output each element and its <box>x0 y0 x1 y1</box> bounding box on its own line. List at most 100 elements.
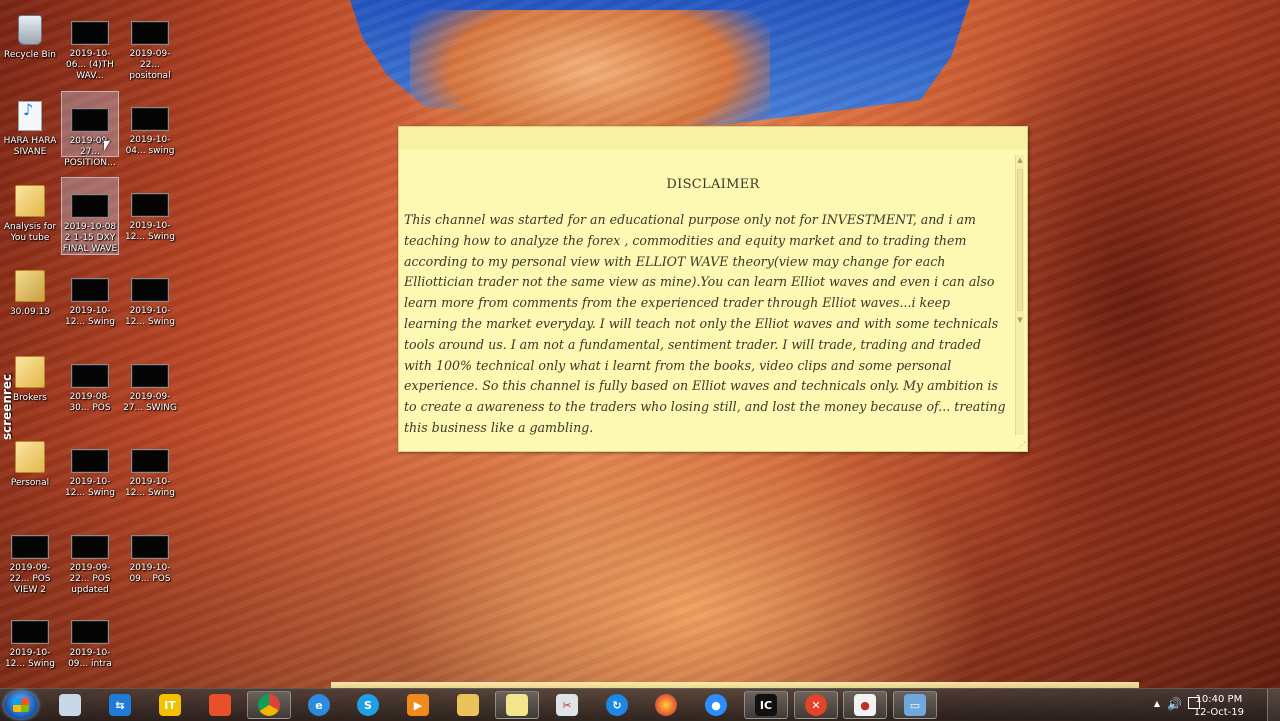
video-thumbnail-icon <box>131 535 169 559</box>
skype-app-button[interactable]: S <box>346 691 390 719</box>
volume-icon[interactable]: 🔊 <box>1167 697 1182 711</box>
desktop-icon-label: 2019-10-12... Swing <box>65 306 115 327</box>
resize-grip-icon[interactable]: ⋰ <box>1018 441 1026 450</box>
desktop-icon-label: 2019-09-22... POS updated <box>69 563 111 595</box>
sticky-note-window[interactable]: ▲ ▼ DISCLAIMER This channel was started … <box>398 126 1028 452</box>
screenrec-watermark: screenrec <box>0 373 14 440</box>
desktop-icon-label: 2019-10-09... intra <box>68 648 112 669</box>
mouse-cursor-icon <box>104 141 110 151</box>
desktop-icon-recycle-bin[interactable]: Recycle Bin <box>1 5 59 61</box>
desktop-icon-i4[interactable]: 2019-10-04... swing <box>121 91 179 157</box>
windows-logo-icon <box>13 698 29 712</box>
desktop-icon-i5[interactable]: 2019-10-08 2 1-15 DXY FINAL WAVE <box>61 177 119 255</box>
sync-app-button[interactable]: ↻ <box>595 691 639 719</box>
video-thumbnail-icon <box>11 535 49 559</box>
taskbar: ⇆ IT e S ▶ ✂ ↻ ● IC ✕ ● ▭ ▲ 🔊 10:40 PM 12-Oct-19 <box>0 688 1280 721</box>
desktop-icon-i10[interactable]: 2019-09-27... SWING <box>121 348 179 414</box>
firefox-app-button[interactable] <box>644 691 688 719</box>
scroll-down-icon[interactable]: ▼ <box>1016 315 1024 325</box>
folder-icon <box>15 356 45 388</box>
recorder-app-icon: ● <box>854 694 876 716</box>
sticky-note-scrollbar[interactable]: ▲ ▼ <box>1015 155 1024 435</box>
notes-app-icon <box>506 694 528 716</box>
tool-app-button[interactable] <box>198 691 242 719</box>
trading-app-button[interactable]: IC <box>744 691 788 719</box>
desktop-icon-label: 30.09.19 <box>9 307 51 317</box>
clock[interactable]: 10:40 PM 12-Oct-19 <box>1194 693 1244 719</box>
desktop-icon-i3[interactable]: 2019-09-27... POSITION... <box>61 91 119 168</box>
xmind-app-button[interactable]: ✕ <box>794 691 838 719</box>
folder-icon <box>15 441 45 473</box>
tool-app-icon <box>209 694 231 716</box>
video-thumbnail-icon <box>131 364 169 388</box>
folder-icon <box>15 270 45 302</box>
video-thumbnail-icon <box>11 620 49 644</box>
video-thumbnail-icon <box>131 278 169 302</box>
system-tray: ▲ 🔊 10:40 PM 12-Oct-19 <box>1120 689 1280 721</box>
desktop-icon-i16[interactable]: 2019-10-12... Swing <box>1 604 59 670</box>
media-app-button[interactable]: ▶ <box>396 691 440 719</box>
desktop-icon-label: 2019-10-12... Swing <box>125 306 175 327</box>
desktop-icon-personal[interactable]: Personal <box>1 433 59 489</box>
video-thumbnail-icon <box>71 21 109 45</box>
desktop-icon-f3009[interactable]: 30.09.19 <box>1 262 59 318</box>
show-desktop-button[interactable] <box>1267 689 1280 721</box>
video-thumbnail-icon <box>71 449 109 473</box>
desktop-icon-i14[interactable]: 2019-09-22... POS updated <box>61 519 119 596</box>
desktop-icon-i8[interactable]: 2019-10-12... Swing <box>121 262 179 328</box>
chrome-app-icon <box>258 694 280 716</box>
desktop-icon-i6[interactable]: 2019-10-12... Swing <box>121 177 179 243</box>
desktop-icon-analysis[interactable]: Analysis for You tube <box>1 177 59 244</box>
video-thumbnail-icon <box>131 107 169 131</box>
desktop-icon-label: 2019-10-12... Swing <box>5 648 55 669</box>
desktop-icon-i1[interactable]: 2019-10-06... (4)TH WAV... <box>61 5 119 82</box>
video-thumbnail-icon <box>71 194 109 218</box>
ie-app-icon: e <box>308 694 330 716</box>
it-app-icon: IT <box>159 694 181 716</box>
paint-app-icon <box>59 694 81 716</box>
desktop-icon-label: 2019-08-30... POS <box>69 392 111 413</box>
skype-app-icon: S <box>357 694 379 716</box>
desktop-icon-i15[interactable]: 2019-10-09... POS <box>121 519 179 585</box>
it-app-button[interactable]: IT <box>148 691 192 719</box>
recycle-bin-icon <box>18 15 42 45</box>
notes-app-button[interactable] <box>495 691 539 719</box>
chrome-app-button[interactable] <box>247 691 291 719</box>
tray-expand-icon[interactable]: ▲ <box>1154 699 1160 708</box>
video-thumbnail-icon <box>71 278 109 302</box>
desktop-icon-i7[interactable]: 2019-10-12... Swing <box>61 262 119 328</box>
ie-app-button[interactable]: e <box>297 691 341 719</box>
paint-app-button[interactable] <box>48 691 92 719</box>
desktop-icon-i11[interactable]: 2019-10-12... Swing <box>61 433 119 499</box>
desktop-icon-i9[interactable]: 2019-08-30... POS <box>61 348 119 414</box>
desktop-icon-label: 2019-10-06... (4)TH WAV... <box>66 49 114 81</box>
desktop-icon-i12[interactable]: 2019-10-12... Swing <box>121 433 179 499</box>
monitor-app-icon: ▭ <box>904 694 926 716</box>
explorer-app-button[interactable] <box>446 691 490 719</box>
explorer-app-icon <box>457 694 479 716</box>
desktop-icon-label: Recycle Bin <box>4 50 56 60</box>
scroll-up-icon[interactable]: ▲ <box>1016 155 1024 165</box>
clock-time: 10:40 PM <box>1195 694 1243 705</box>
note-body-text[interactable]: This channel was started for an educatio… <box>404 210 1007 439</box>
teamviewer-app-button[interactable]: ⇆ <box>98 691 142 719</box>
snipping-app-icon: ✂ <box>556 694 578 716</box>
desktop-icon-i17[interactable]: 2019-10-09... intra <box>61 604 119 670</box>
desktop-icon-label: 2019-10-04... swing <box>125 135 175 156</box>
zoom-app-icon: ● <box>705 694 727 716</box>
video-thumbnail-icon <box>71 364 109 388</box>
desktop-icon-label: 2019-09-22... POS VIEW 2 <box>9 563 51 595</box>
xmind-app-icon: ✕ <box>805 694 827 716</box>
snipping-app-button[interactable]: ✂ <box>545 691 589 719</box>
recorder-app-button[interactable]: ● <box>843 691 887 719</box>
sticky-note-titlebar[interactable] <box>399 127 1027 149</box>
scroll-thumb[interactable] <box>1017 169 1023 311</box>
desktop-icon-label: HARA HARA SIVANE <box>3 136 57 157</box>
start-button[interactable] <box>4 691 38 719</box>
monitor-app-button[interactable]: ▭ <box>893 691 937 719</box>
desktop-icon-label: 2019-09-22... positonal <box>129 49 171 81</box>
desktop-icon-hara[interactable]: HARA HARA SIVANE <box>1 91 59 158</box>
desktop-icon-i2[interactable]: 2019-09-22... positonal <box>121 5 179 82</box>
zoom-app-button[interactable]: ● <box>694 691 738 719</box>
desktop-icon-i13[interactable]: 2019-09-22... POS VIEW 2 <box>1 519 59 596</box>
